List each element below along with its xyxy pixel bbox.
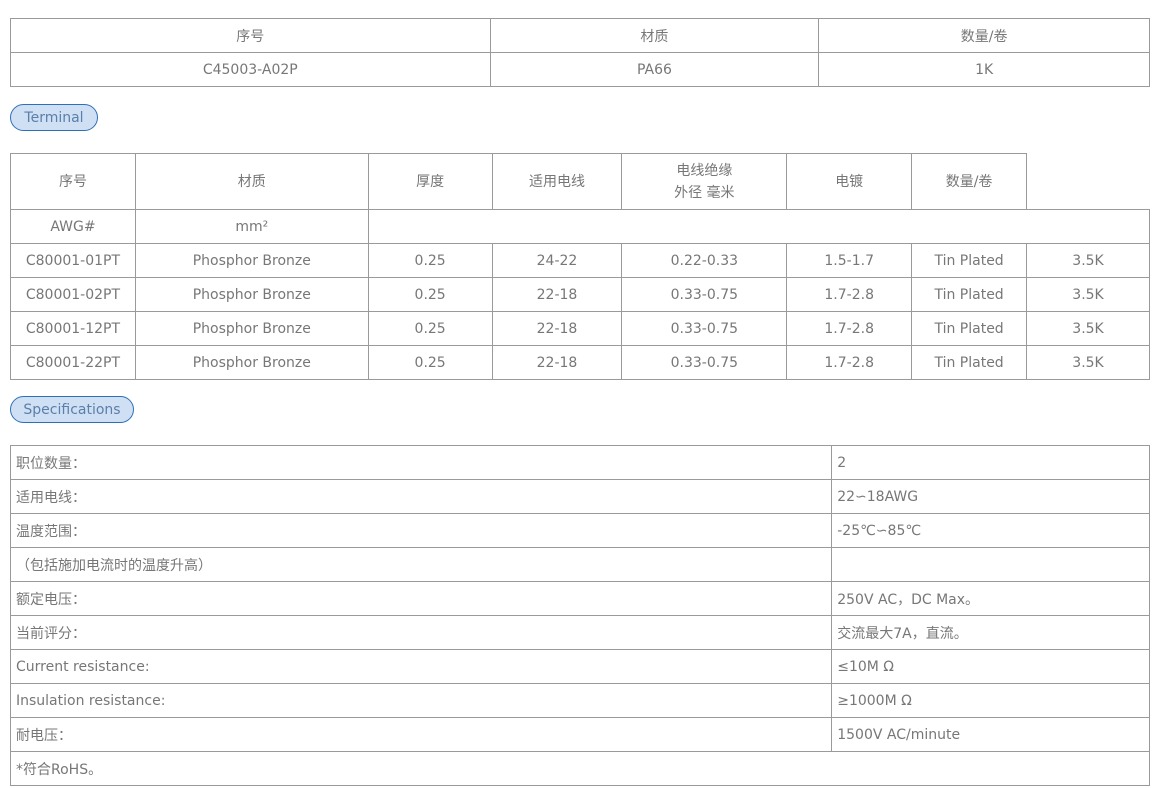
cell-mm2: 1.7-2.8 (786, 345, 913, 380)
spec-label: Insulation resistance: (9, 683, 833, 718)
cell-insulation-od: 0.33-0.75 (621, 311, 788, 346)
cell-thickness: 0.25 (367, 243, 493, 278)
cell-part-number: C45003-A02P (10, 52, 491, 87)
spec-value: 250V AC，DC Max。 (831, 581, 1150, 616)
terminal-section-label: Terminal (10, 104, 98, 131)
cell-awg: 22-18 (491, 311, 623, 346)
header-material: 材质 (489, 18, 820, 53)
spec-label: 耐电压： (9, 717, 833, 752)
spec-row: 职位数量： 2 (9, 445, 1150, 480)
spec-label: 职位数量： (9, 445, 833, 480)
subheader-awg: AWG# (10, 209, 136, 244)
cell-part-number: C80001-22PT (10, 345, 136, 380)
spec-row: Current resistance: ≤10M Ω (9, 649, 1150, 684)
cell-plating: Tin Plated (911, 345, 1028, 380)
table-row: C45003-A02P PA66 1K (10, 52, 1150, 87)
cell-plating: Tin Plated (911, 243, 1028, 278)
spec-value (831, 547, 1150, 582)
cell-thickness: 0.25 (367, 311, 493, 346)
header-empty (1027, 154, 1150, 210)
spec-row: Insulation resistance: ≥1000M Ω (9, 683, 1150, 718)
cell-plating: Tin Plated (911, 277, 1028, 312)
header-insulation-od: 电线绝缘 外径 毫米 (621, 153, 788, 210)
spec-row: 适用电线： 22∽18AWG (9, 479, 1150, 514)
spec-row: （包括施加电流时的温度升高） (9, 547, 1150, 582)
header-insulation-line1: 电线绝缘 (676, 162, 733, 179)
cell-material: PA66 (489, 52, 820, 87)
cell-part-number: C80001-12PT (10, 311, 136, 346)
table-subheader-row: AWG# mm² (10, 209, 1151, 244)
spec-row: 耐电压： 1500V AC/minute (9, 717, 1150, 752)
spec-value: 22∽18AWG (831, 479, 1150, 514)
table-header-row: 序号 材质 数量/卷 (10, 18, 1150, 53)
table-row: C80001-01PT Phosphor Bronze 0.25 24-22 0… (10, 243, 1150, 278)
header-serial: 序号 (10, 18, 491, 53)
header-insulation-line2: 外径 毫米 (674, 184, 735, 201)
table-header-row: 序号 材质 厚度 适用电线 电线绝缘外径 毫米 电镀 数量/卷 (10, 153, 1150, 210)
cell-awg: 22-18 (491, 345, 623, 380)
cell-qty: 3.5K (1026, 311, 1150, 346)
cell-awg: 24-22 (491, 243, 623, 278)
subheader-empty (367, 209, 1151, 244)
spec-value: 交流最大7A，直流。 (831, 615, 1150, 650)
header-serial: 序号 (10, 153, 136, 210)
rohs-note: *符合RoHS。 (10, 751, 1150, 786)
cell-awg: 22-18 (491, 277, 623, 312)
cell-material: Phosphor Bronze (134, 345, 369, 380)
spec-label: （包括施加电流时的温度升高） (9, 547, 833, 582)
cell-insulation-od: 0.22-0.33 (621, 243, 788, 278)
cell-part-number: C80001-02PT (10, 277, 136, 312)
cell-material: Phosphor Bronze (134, 243, 369, 278)
cell-mm2: 1.7-2.8 (786, 277, 913, 312)
spec-label: Current resistance: (9, 649, 833, 684)
cell-mm2: 1.5-1.7 (786, 243, 913, 278)
spec-label: 额定电压： (9, 581, 833, 616)
specifications-table: 职位数量： 2 适用电线： 22∽18AWG 温度范围： -25℃∽85℃ （包… (9, 445, 1150, 786)
spec-value: 1500V AC/minute (831, 717, 1150, 752)
spec-label: 温度范围： (9, 513, 833, 548)
spec-value: 2 (831, 445, 1150, 480)
cell-qty: 3.5K (1026, 277, 1150, 312)
header-qty-per-reel: 数量/卷 (911, 153, 1028, 210)
housing-table: 序号 材质 数量/卷 C45003-A02P PA66 1K (10, 18, 1150, 87)
cell-qty: 3.5K (1026, 243, 1150, 278)
header-qty-per-reel: 数量/卷 (818, 18, 1150, 53)
cell-insulation-od: 0.33-0.75 (621, 277, 788, 312)
spec-value: ≤10M Ω (831, 649, 1150, 684)
spec-row: 额定电压： 250V AC，DC Max。 (9, 581, 1150, 616)
table-row: C80001-12PT Phosphor Bronze 0.25 22-18 0… (10, 311, 1150, 346)
table-row: C80001-22PT Phosphor Bronze 0.25 22-18 0… (10, 345, 1150, 380)
header-wire-range: 适用电线 (491, 153, 623, 210)
header-material: 材质 (134, 153, 369, 210)
cell-thickness: 0.25 (367, 277, 493, 312)
cell-mm2: 1.7-2.8 (786, 311, 913, 346)
spec-footer-row: *符合RoHS。 (10, 751, 1150, 786)
cell-material: Phosphor Bronze (134, 311, 369, 346)
terminal-table: 序号 材质 厚度 适用电线 电线绝缘外径 毫米 电镀 数量/卷 AWG# mm²… (10, 153, 1151, 380)
spec-label: 当前评分： (9, 615, 833, 650)
cell-qty: 3.5K (1026, 345, 1150, 380)
cell-part-number: C80001-01PT (10, 243, 136, 278)
spec-label: 适用电线： (9, 479, 833, 514)
cell-thickness: 0.25 (367, 345, 493, 380)
cell-insulation-od: 0.33-0.75 (621, 345, 788, 380)
cell-material: Phosphor Bronze (134, 277, 369, 312)
spec-row: 当前评分： 交流最大7A，直流。 (9, 615, 1150, 650)
specifications-section-label: Specifications (10, 396, 134, 423)
spec-value: -25℃∽85℃ (831, 513, 1150, 548)
cell-qty: 1K (818, 52, 1150, 87)
header-plating: 电镀 (786, 153, 913, 210)
subheader-mm2: mm² (134, 209, 369, 244)
table-row: C80001-02PT Phosphor Bronze 0.25 22-18 0… (10, 277, 1150, 312)
spec-value: ≥1000M Ω (831, 683, 1150, 718)
spec-row: 温度范围： -25℃∽85℃ (9, 513, 1150, 548)
cell-plating: Tin Plated (911, 311, 1028, 346)
header-thickness: 厚度 (367, 153, 493, 210)
